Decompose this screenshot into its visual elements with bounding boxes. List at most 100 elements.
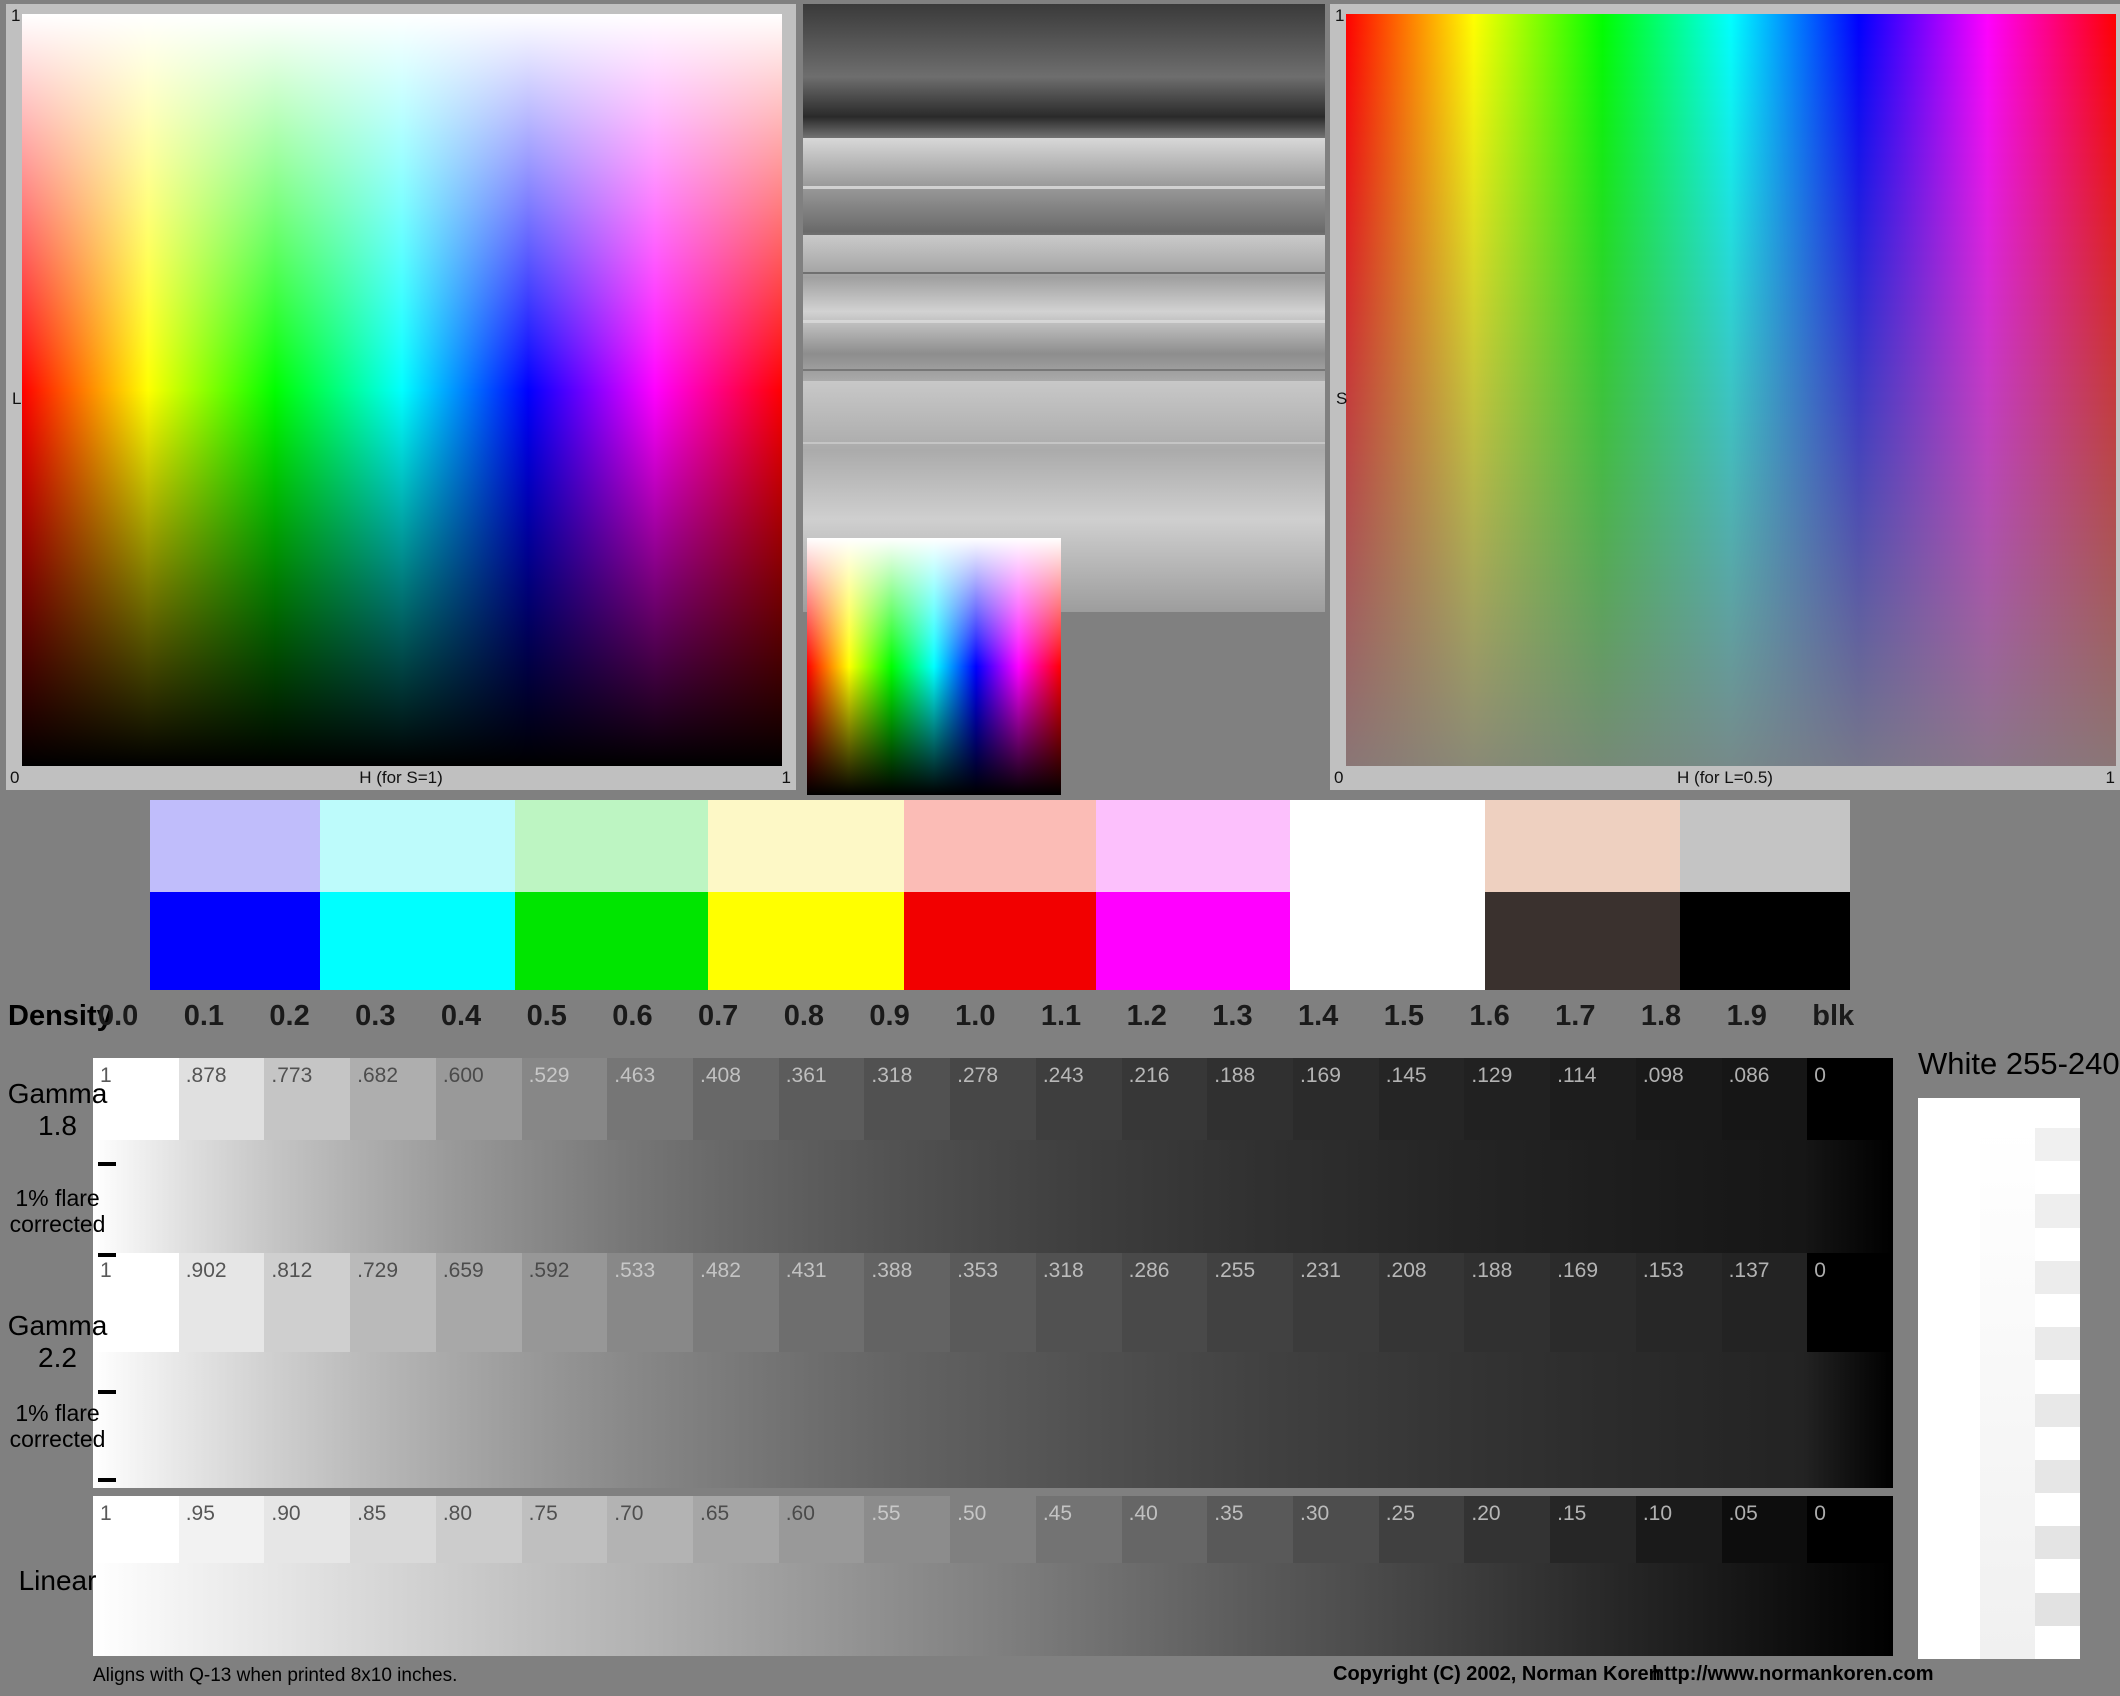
patch-top-light-magenta (1096, 800, 1290, 892)
density-tick-1.9: 1.9 (1727, 1000, 1767, 1033)
white-step-245 (2035, 1460, 2080, 1493)
cell-value: .878 (186, 1064, 227, 1088)
cell-value: .682 (357, 1064, 398, 1088)
hsl-left-x-max: 1 (782, 768, 791, 788)
density-tick-1.3: 1.3 (1212, 1000, 1252, 1033)
cell-value: .600 (443, 1064, 484, 1088)
white-step-252 (2035, 1228, 2080, 1261)
cell-value: .114 (1557, 1064, 1596, 1088)
cell-value: .318 (871, 1064, 912, 1088)
density-tick-0.6: 0.6 (612, 1000, 652, 1033)
cell-value: .231 (1300, 1259, 1341, 1283)
white-step-253 (2035, 1194, 2080, 1227)
patch-bottom-green (515, 892, 708, 990)
white-block-steps (2035, 1128, 2080, 1659)
cell-value: .145 (1386, 1064, 1427, 1088)
hsl-right-x-axis-label: H (for L=0.5) (1330, 768, 2120, 788)
density-tick-0.3: 0.3 (355, 1000, 395, 1033)
white-step-250 (2035, 1294, 2080, 1327)
gamma-1.8-label-sub: 1.8 (0, 1110, 115, 1142)
cell-value: 0 (1814, 1502, 1826, 1526)
cell-value: .05 (1729, 1502, 1758, 1526)
cell-value: .169 (1557, 1259, 1598, 1283)
patch-top-light-red (904, 800, 1096, 892)
density-tick-0.0: 0.0 (98, 1000, 138, 1033)
patch-top-light-cyan (320, 800, 515, 892)
cell-value: 1 (100, 1502, 112, 1526)
cell-value: .60 (786, 1502, 815, 1526)
density-tick-blk: blk (1812, 1000, 1854, 1033)
chart-canvas: 1 L 0 H (for S=1) 1 1 S 0 H (for L=0.5) … (0, 0, 2120, 1696)
landscape-photo (803, 4, 1325, 612)
cell-value: .129 (1471, 1064, 1512, 1088)
cell-value: .137 (1729, 1259, 1770, 1283)
cell-value: 0 (1814, 1259, 1826, 1283)
density-tick-1.0: 1.0 (955, 1000, 995, 1033)
align-note: Aligns with Q-13 when printed 8x10 inche… (93, 1665, 457, 1687)
cell-value: .529 (529, 1064, 570, 1088)
cell-value: .812 (271, 1259, 312, 1283)
density-tick-1.7: 1.7 (1555, 1000, 1595, 1033)
cell-value: .30 (1300, 1502, 1329, 1526)
cell-value: .773 (271, 1064, 312, 1088)
cell-value: .482 (700, 1259, 741, 1283)
flare-tick-2 (98, 1253, 116, 1257)
cell-value: .086 (1729, 1064, 1770, 1088)
continuous-ramp (93, 1563, 1893, 1656)
copyright-text: Copyright (C) 2002, Norman Koren (1333, 1663, 1661, 1686)
hsl-panel-left: 1 L 0 H (for S=1) 1 (6, 4, 796, 790)
cell-value: .388 (871, 1259, 912, 1283)
density-tick-0.5: 0.5 (527, 1000, 567, 1033)
flare-tick-3 (98, 1390, 116, 1394)
density-tick-0.2: 0.2 (269, 1000, 309, 1033)
cell-value: .153 (1643, 1259, 1684, 1283)
patch-bottom-red (904, 892, 1096, 990)
cell-value: .463 (614, 1064, 655, 1088)
white-step-249 (2035, 1327, 2080, 1360)
hsl-right-gradient (1346, 14, 2116, 766)
white-step-247 (2035, 1394, 2080, 1427)
cell-value: .95 (186, 1502, 215, 1526)
white-step-246 (2035, 1427, 2080, 1460)
continuous-ramp (93, 1352, 1893, 1488)
flare-tick-4 (98, 1478, 116, 1482)
density-tick-0.1: 0.1 (184, 1000, 224, 1033)
linear-table: 1.95.90.85.80.75.70.65.60.55.50.45.40.35… (93, 1496, 1893, 1656)
white-block-title: White 255-240 (1918, 1046, 2120, 1082)
cell-value: .902 (186, 1259, 227, 1283)
density-tick-0.4: 0.4 (441, 1000, 481, 1033)
cell-value: .729 (357, 1259, 398, 1283)
cell-value: .098 (1643, 1064, 1684, 1088)
gamma-1.8-label: Gamma 1.8 (0, 1078, 115, 1142)
hsl-left-y-max: 1 (11, 6, 20, 26)
white-step-244 (2035, 1493, 2080, 1526)
patch-top-light-lavender (150, 800, 320, 892)
white-step-254 (2035, 1161, 2080, 1194)
cell-value: .40 (1129, 1502, 1158, 1526)
density-tick-0.8: 0.8 (784, 1000, 824, 1033)
patch-top-white (1290, 800, 1485, 892)
patch-bottom-cyan (320, 892, 515, 990)
cell-value: .75 (529, 1502, 558, 1526)
cell-value: .286 (1129, 1259, 1170, 1283)
hsl-left-gradient (22, 14, 782, 766)
cell-value: .25 (1386, 1502, 1415, 1526)
white-step-251 (2035, 1261, 2080, 1294)
gamma-1.8-label-main: Gamma (0, 1078, 115, 1110)
website-url: http://www.normankoren.com (1652, 1663, 1934, 1686)
gamma-2.2-label-main: Gamma (0, 1310, 115, 1342)
hsl-thumbnail (807, 538, 1061, 795)
white-step-243 (2035, 1526, 2080, 1559)
gamma-1.8-flare-note: 1% flare corrected (0, 1185, 115, 1238)
hsl-left-x-axis-label: H (for S=1) (6, 768, 796, 788)
cell-value: .243 (1043, 1064, 1084, 1088)
density-tick-0.9: 0.9 (869, 1000, 909, 1033)
patch-bottom-magenta (1096, 892, 1290, 990)
white-step-242 (2035, 1559, 2080, 1592)
hsl-right-y-max: 1 (1335, 6, 1344, 26)
cell-value: .533 (614, 1259, 655, 1283)
white-block (1918, 1098, 2080, 1659)
cell-value: .55 (871, 1502, 900, 1526)
hsl-panel-right: 1 S 0 H (for L=0.5) 1 (1330, 4, 2120, 790)
hsl-right-y-axis-label: S (1336, 389, 1347, 409)
